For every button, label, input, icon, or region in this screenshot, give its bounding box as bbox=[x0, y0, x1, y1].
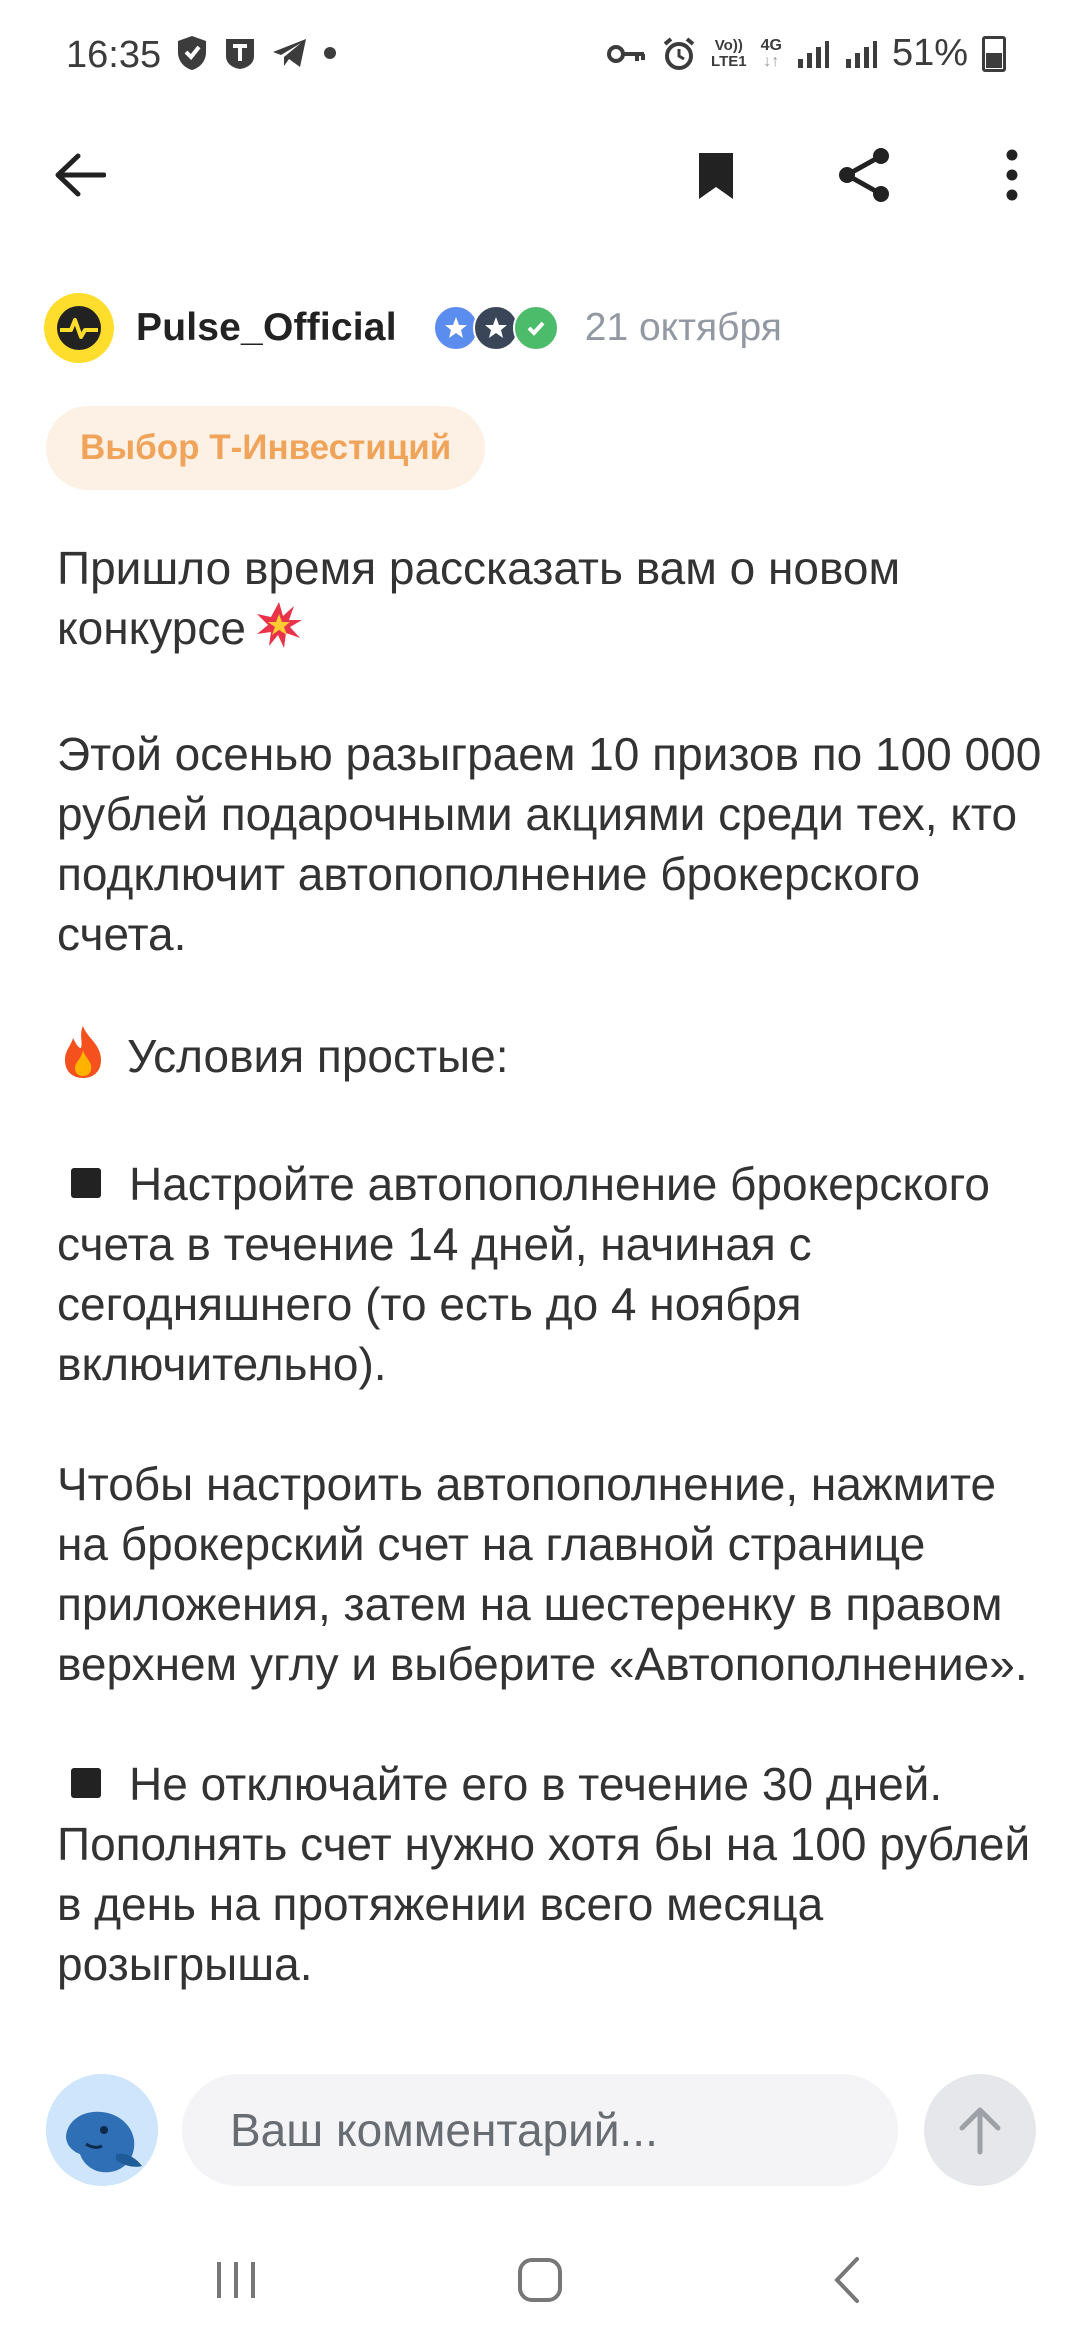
alarm-icon bbox=[663, 36, 695, 70]
paragraph-text: Пришло время рассказать вам о новом конк… bbox=[57, 542, 901, 654]
bookmark-button[interactable] bbox=[676, 135, 756, 215]
comment-input[interactable] bbox=[182, 2074, 898, 2186]
pulse-logo-icon bbox=[57, 306, 101, 350]
paragraph-text: Настройте автопополнение брокерского сче… bbox=[57, 1158, 990, 1390]
battery-icon bbox=[982, 35, 1006, 72]
home-icon bbox=[518, 2258, 562, 2302]
app-bar bbox=[0, 120, 1080, 230]
user-avatar[interactable] bbox=[46, 2074, 158, 2186]
verified-badge-icon bbox=[512, 305, 559, 351]
paragraph-text: Условия простые: bbox=[127, 1030, 509, 1082]
data-arrows: ↓↑ bbox=[763, 52, 780, 70]
fire-emoji-icon bbox=[57, 1024, 109, 1094]
back-button[interactable] bbox=[40, 135, 120, 215]
network-4g-icon: 4G ↓↑ bbox=[760, 36, 782, 70]
battery-percent: 51% bbox=[891, 32, 968, 74]
chevron-left-icon bbox=[834, 2257, 859, 2303]
back-nav-button[interactable] bbox=[806, 2250, 886, 2310]
paragraph: Чтобы настроить автопополнение, нажмите … bbox=[57, 1454, 1047, 1694]
paragraph-text: Не отключайте его в течение 30 дней. Поп… bbox=[57, 1758, 1031, 1990]
author-name[interactable]: Pulse_Official bbox=[136, 306, 397, 350]
signal-icon bbox=[797, 40, 829, 68]
bookmark-icon bbox=[699, 153, 733, 199]
paragraph-text: Чтобы настроить автопополнение, нажмите … bbox=[57, 1458, 1028, 1690]
paragraph: Не отключайте его в течение 30 дней. Поп… bbox=[57, 1754, 1047, 1994]
paragraph: Настройте автопополнение брокерского сче… bbox=[57, 1154, 1047, 1394]
dot-icon bbox=[324, 47, 336, 59]
notification-icons bbox=[175, 34, 337, 72]
system-icons: Vo)) LTE1 4G ↓↑ 51% bbox=[607, 32, 1006, 75]
t-app-icon bbox=[226, 39, 254, 69]
tag-label: Выбор Т-Инвестиций bbox=[80, 428, 452, 467]
comment-bar bbox=[0, 2060, 1080, 2200]
paragraph: Условия простые: bbox=[57, 1024, 1047, 1094]
signal-icon-2 bbox=[845, 40, 877, 68]
paragraph-text: Этой осенью разыграем 10 призов по 100 0… bbox=[57, 728, 1042, 960]
back-arrow-icon bbox=[55, 153, 106, 197]
network-4g-label: 4G bbox=[760, 36, 782, 54]
recent-apps-icon bbox=[217, 2262, 255, 2298]
lte-label: LTE1 bbox=[711, 52, 747, 70]
square-bullet-icon bbox=[71, 1168, 101, 1198]
paragraph: Пришло время рассказать вам о новом конк… bbox=[57, 538, 1047, 664]
author-row: Pulse_Official 21 октября bbox=[44, 292, 782, 364]
volte-icon: Vo)) LTE1 bbox=[711, 36, 747, 70]
author-badges bbox=[432, 305, 559, 351]
more-vert-icon bbox=[1006, 149, 1018, 201]
square-bullet-icon bbox=[71, 1768, 101, 1798]
paragraph: Этой осенью разыграем 10 призов по 100 0… bbox=[57, 724, 1047, 964]
post-body: Пришло время рассказать вам о новом конк… bbox=[57, 538, 1047, 1994]
system-nav-bar bbox=[0, 2220, 1080, 2340]
volte-label: Vo)) bbox=[714, 36, 743, 54]
star-dark-badge-icon bbox=[472, 305, 519, 351]
post-date: 21 октября bbox=[584, 306, 782, 349]
telegram-icon bbox=[273, 39, 306, 67]
author-avatar[interactable] bbox=[44, 293, 114, 363]
share-icon bbox=[839, 148, 889, 202]
status-bar: 16:35 Vo)) LTE1 4G ↓↑ 51% bbox=[0, 0, 1080, 110]
share-button[interactable] bbox=[824, 135, 904, 215]
send-button[interactable] bbox=[924, 2074, 1036, 2186]
collision-emoji-icon bbox=[254, 600, 304, 664]
star-badge-icon bbox=[432, 305, 479, 351]
home-button[interactable] bbox=[500, 2250, 580, 2310]
key-icon bbox=[607, 44, 646, 63]
status-time: 16:35 bbox=[66, 34, 162, 76]
editors-choice-tag[interactable]: Выбор Т-Инвестиций bbox=[46, 406, 486, 490]
shield-icon bbox=[178, 36, 206, 70]
recent-apps-button[interactable] bbox=[196, 2250, 276, 2310]
more-button[interactable] bbox=[972, 135, 1052, 215]
seal-avatar-icon bbox=[46, 2074, 158, 2186]
arrow-up-icon bbox=[959, 2107, 1001, 2155]
